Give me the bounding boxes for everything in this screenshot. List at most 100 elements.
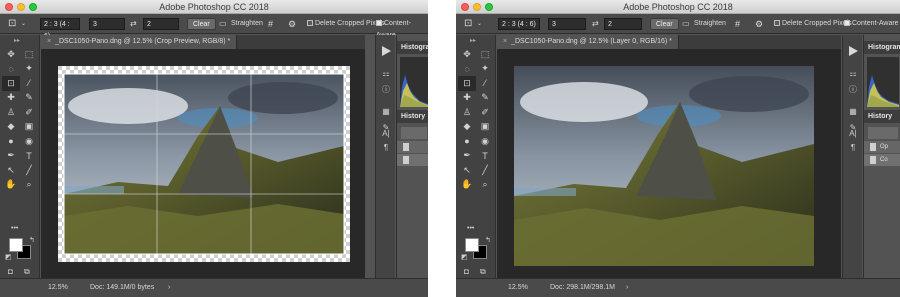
gradient-icon[interactable]: ▣	[20, 120, 38, 135]
history-item[interactable]	[397, 154, 428, 166]
chevron-down-icon[interactable]: ⌄	[477, 18, 482, 30]
zoom-window-button[interactable]	[485, 3, 493, 11]
gradient-icon[interactable]: ▣	[476, 120, 494, 135]
spot-heal-icon[interactable]: ✚	[2, 91, 20, 106]
close-window-button[interactable]	[5, 3, 13, 11]
document-canvas[interactable]	[58, 66, 350, 262]
content-aware-checkbox[interactable]	[376, 20, 382, 27]
info-icon[interactable]: ⓘ	[378, 83, 394, 96]
swap-colors-icon[interactable]: ↰	[29, 236, 35, 244]
swap-dimensions-icon[interactable]: ⇄	[592, 18, 599, 30]
histogram-panel-title[interactable]: Histogram	[397, 41, 428, 54]
crop-height-field[interactable]: 2	[604, 18, 642, 30]
lasso-icon[interactable]: ◌	[2, 62, 20, 77]
quick-mask-icon[interactable]: ◘	[464, 267, 469, 276]
minimize-window-button[interactable]	[17, 3, 25, 11]
move-icon[interactable]: ✥	[2, 47, 20, 62]
line-icon[interactable]: ╱	[476, 163, 494, 178]
delete-cropped-pixels-option[interactable]: Delete Cropped Pixels	[307, 18, 385, 30]
zoom-icon[interactable]: ⌕	[476, 178, 494, 193]
blur-icon[interactable]: ●	[458, 134, 476, 149]
close-window-button[interactable]	[461, 3, 469, 11]
zoom-level[interactable]: 12.5%	[508, 284, 528, 291]
document-tab[interactable]: × _DSC1050-Pano.dng @ 12.5% (Layer 0, RGB…	[497, 35, 679, 49]
status-menu-arrow-icon[interactable]: ›	[168, 284, 170, 291]
play-icon[interactable]	[847, 45, 859, 57]
play-icon[interactable]	[380, 45, 392, 57]
crop-height-field[interactable]: 2	[143, 18, 179, 30]
crop-icon[interactable]: ⊡	[458, 76, 476, 91]
line-icon[interactable]: ╱	[20, 163, 38, 178]
straighten-button[interactable]: Straighten	[694, 18, 726, 30]
histogram-panel-title[interactable]: Histogram	[864, 41, 900, 54]
eraser-icon[interactable]: ◆	[2, 120, 20, 135]
history-panel-title[interactable]: History	[397, 110, 428, 123]
stamp-icon[interactable]: ♙	[2, 105, 20, 120]
collapse-toolbar-icon[interactable]: ▸▸	[470, 37, 476, 44]
straighten-icon[interactable]: ▭	[682, 18, 690, 30]
screen-mode-icon[interactable]: ⧉	[480, 267, 486, 277]
more-tools-icon[interactable]: •••	[467, 225, 474, 232]
content-aware-option[interactable]: Content-Aware	[376, 18, 428, 39]
doc-info[interactable]: Doc: 298.1M/298.1M	[550, 284, 615, 291]
clear-button[interactable]: Clear	[187, 18, 216, 30]
eraser-icon[interactable]: ◆	[458, 120, 476, 135]
crop-icon[interactable]: ⊡	[2, 76, 20, 91]
type-icon[interactable]: T	[476, 149, 494, 164]
default-colors-icon[interactable]: ◩	[461, 253, 468, 261]
minimize-window-button[interactable]	[473, 3, 481, 11]
zoom-level[interactable]: 12.5%	[48, 284, 68, 291]
crop-tool-preset-icon[interactable]: ⊡	[8, 18, 16, 30]
pen-icon[interactable]: ✒	[458, 149, 476, 164]
delete-cropped-checkbox[interactable]	[774, 20, 780, 27]
document-canvas[interactable]	[514, 66, 814, 266]
aspect-ratio-select[interactable]: 2 : 3 (4 : 6)	[40, 18, 80, 40]
type-icon[interactable]: T	[20, 149, 38, 164]
history-item[interactable]: Op	[864, 141, 900, 153]
swap-colors-icon[interactable]: ↰	[485, 236, 491, 244]
aspect-ratio-select[interactable]: 2 : 3 (4 : 6)	[498, 18, 540, 30]
paragraph-icon[interactable]: ¶	[845, 141, 861, 154]
marquee-icon[interactable]: ⬚	[476, 47, 494, 62]
lasso-icon[interactable]: ◌	[458, 62, 476, 77]
brush-icon[interactable]: ✎	[20, 91, 38, 106]
doc-info[interactable]: Doc: 149.1M/0 bytes	[90, 284, 154, 291]
collapse-toolbar-icon[interactable]: ▸▸	[14, 37, 20, 44]
spot-heal-icon[interactable]: ✚	[458, 91, 476, 106]
eyedropper-icon[interactable]: ⁄	[20, 76, 38, 91]
history-brush-icon[interactable]: ✐	[476, 105, 494, 120]
swap-dimensions-icon[interactable]: ⇄	[130, 18, 137, 30]
stamp-icon[interactable]: ♙	[458, 105, 476, 120]
eyedropper-icon[interactable]: ⁄	[476, 76, 494, 91]
more-tools-icon[interactable]: •••	[11, 225, 18, 232]
quick-mask-icon[interactable]: ◘	[8, 267, 13, 276]
character-icon[interactable]: A|	[845, 127, 861, 140]
hand-icon[interactable]: ✋	[458, 178, 476, 193]
dodge-icon[interactable]: ◉	[20, 134, 38, 149]
adjust-icon[interactable]: ⚏	[845, 67, 861, 80]
zoom-icon[interactable]: ⌕	[20, 178, 38, 193]
foreground-color-swatch[interactable]	[465, 238, 479, 252]
move-icon[interactable]: ✥	[458, 47, 476, 62]
marquee-icon[interactable]: ⬚	[20, 47, 38, 62]
history-panel-title[interactable]: History	[864, 110, 900, 123]
gear-icon[interactable]: ⚙	[288, 18, 296, 30]
zoom-window-button[interactable]	[29, 3, 37, 11]
delete-cropped-checkbox[interactable]	[307, 20, 313, 27]
chevron-down-icon[interactable]: ⌄	[21, 18, 26, 30]
crop-width-field[interactable]: 3	[548, 18, 586, 30]
pen-icon[interactable]: ✒	[2, 149, 20, 164]
paragraph-icon[interactable]: ¶	[378, 141, 394, 154]
overlay-grid-icon[interactable]: #	[268, 18, 273, 30]
brush-icon[interactable]: ✎	[476, 91, 494, 106]
history-item[interactable]	[397, 141, 428, 153]
magic-wand-icon[interactable]: ✦	[20, 62, 38, 77]
content-aware-option[interactable]: Content-Aware	[844, 18, 899, 30]
document-tab[interactable]: × _DSC1050-Pano.dng @ 12.5% (Crop Preview…	[41, 35, 238, 49]
character-icon[interactable]: A|	[378, 127, 394, 140]
overlay-grid-icon[interactable]: #	[735, 18, 740, 30]
close-tab-icon[interactable]: ×	[503, 38, 507, 45]
gear-icon[interactable]: ⚙	[755, 18, 763, 30]
path-select-icon[interactable]: ↖	[458, 163, 476, 178]
foreground-color-swatch[interactable]	[9, 238, 23, 252]
